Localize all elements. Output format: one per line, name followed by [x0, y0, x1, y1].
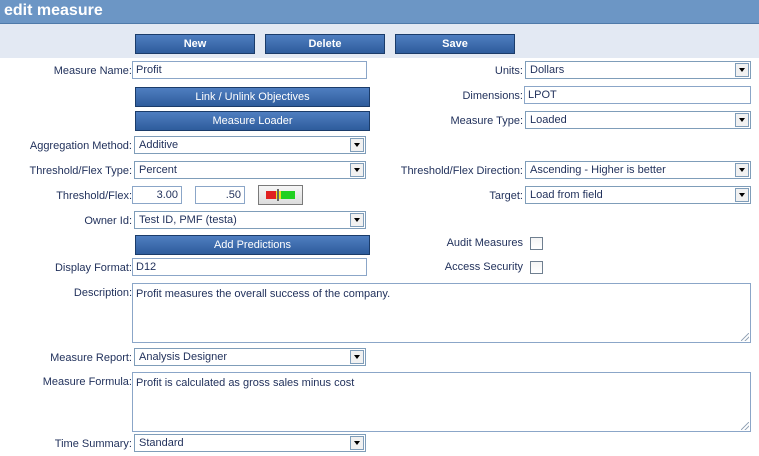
chevron-down-icon[interactable] [350, 138, 364, 152]
access-security-label: Access Security [444, 261, 523, 273]
resize-grip-icon[interactable] [741, 333, 749, 341]
audit-measures-checkbox[interactable] [530, 237, 543, 250]
owner-id-select[interactable]: Test ID, PMF (testa) [134, 211, 366, 229]
aggregation-method-select[interactable]: Additive [134, 136, 366, 154]
toolbar: New Delete Save [0, 24, 759, 58]
new-button[interactable]: New [135, 34, 255, 54]
threshold-gauge-button[interactable] [258, 185, 303, 205]
access-security-checkbox[interactable] [530, 261, 543, 274]
threshold-flex-direction-select[interactable]: Ascending - Higher is better [525, 161, 751, 179]
aggregation-method-label: Aggregation Method: [29, 140, 132, 152]
display-format-label: Display Format: [54, 262, 132, 274]
chevron-down-icon[interactable] [350, 436, 364, 450]
chevron-down-icon[interactable] [350, 213, 364, 227]
target-label: Target: [489, 190, 523, 202]
save-button[interactable]: Save [395, 34, 515, 54]
description-value: Profit measures the overall success of t… [136, 288, 391, 300]
measure-type-select[interactable]: Loaded [525, 111, 751, 129]
measure-formula-label: Measure Formula: [42, 376, 132, 388]
threshold-flex-direction-label: Threshold/Flex Direction: [400, 165, 523, 177]
page-title: edit measure [4, 2, 103, 19]
target-select[interactable]: Load from field [525, 186, 751, 204]
time-summary-select[interactable]: Standard [134, 434, 366, 452]
description-field[interactable]: Profit measures the overall success of t… [132, 283, 751, 343]
gauge-marker-icon [277, 189, 279, 201]
measure-formula-value: Profit is calculated as gross sales minu… [136, 377, 355, 389]
measure-type-label: Measure Type: [450, 115, 523, 127]
units-label: Units: [494, 65, 523, 77]
description-label: Description: [73, 287, 132, 299]
link-unlink-objectives-button[interactable]: Link / Unlink Objectives [135, 87, 370, 107]
target-value: Load from field [530, 189, 603, 201]
chevron-down-icon[interactable] [735, 163, 749, 177]
time-summary-value: Standard [139, 437, 184, 449]
measure-name-field[interactable]: Profit [132, 61, 367, 79]
display-format-field[interactable]: D12 [132, 258, 367, 276]
time-summary-label: Time Summary: [54, 438, 132, 450]
measure-loader-button[interactable]: Measure Loader [135, 111, 370, 131]
chevron-down-icon[interactable] [735, 188, 749, 202]
threshold-flex-value-2[interactable]: .50 [195, 186, 245, 204]
measure-report-select[interactable]: Analysis Designer [134, 348, 366, 366]
threshold-flex-direction-value: Ascending - Higher is better [530, 164, 666, 176]
units-value: Dollars [530, 64, 565, 76]
measure-report-value: Analysis Designer [139, 351, 228, 363]
units-select[interactable]: Dollars [525, 61, 751, 79]
chevron-down-icon[interactable] [350, 350, 364, 364]
owner-id-label: Owner Id: [84, 215, 132, 227]
gauge-green-icon [281, 191, 295, 199]
gauge-red-icon [266, 191, 276, 199]
threshold-flex-type-select[interactable]: Percent [134, 161, 366, 179]
measure-name-label: Measure Name: [53, 65, 132, 77]
owner-id-value: Test ID, PMF (testa) [139, 214, 237, 226]
threshold-flex-value-1[interactable]: 3.00 [132, 186, 182, 204]
resize-grip-icon[interactable] [741, 422, 749, 430]
chevron-down-icon[interactable] [350, 163, 364, 177]
audit-measures-label: Audit Measures [446, 237, 523, 249]
measure-formula-field[interactable]: Profit is calculated as gross sales minu… [132, 372, 751, 432]
add-predictions-button[interactable]: Add Predictions [135, 235, 370, 255]
delete-button[interactable]: Delete [265, 34, 385, 54]
measure-type-value: Loaded [530, 114, 567, 126]
dimensions-label: Dimensions: [462, 90, 523, 102]
threshold-flex-label: Threshold/Flex: [56, 190, 132, 202]
threshold-flex-type-label: Threshold/Flex Type: [29, 165, 132, 177]
chevron-down-icon[interactable] [735, 113, 749, 127]
dimensions-field[interactable]: LPOT [524, 86, 751, 104]
chevron-down-icon[interactable] [735, 63, 749, 77]
measure-report-label: Measure Report: [50, 352, 132, 364]
page-header: edit measure [0, 0, 759, 24]
aggregation-method-value: Additive [139, 139, 179, 151]
threshold-flex-type-value: Percent [139, 164, 177, 176]
